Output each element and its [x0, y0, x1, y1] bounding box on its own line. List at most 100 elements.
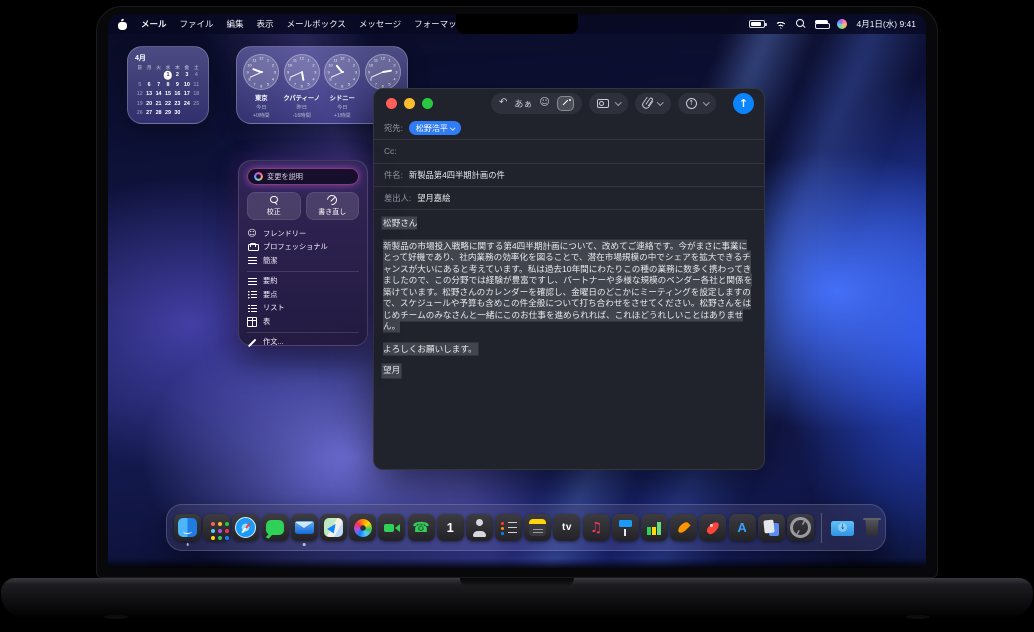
dock-safari-icon[interactable]	[232, 514, 259, 541]
dock-photos-icon[interactable]	[349, 514, 376, 541]
clock-number: 12	[340, 56, 344, 61]
clock-day: 今日	[256, 103, 267, 111]
dock-messages-icon[interactable]	[262, 514, 289, 541]
clock-number: 11	[252, 58, 256, 63]
dock-pages-icon[interactable]	[670, 514, 697, 541]
lid-scoop	[460, 578, 574, 587]
clock-number: 6	[260, 83, 262, 88]
calendar-day-5: 5	[135, 81, 144, 89]
dock-facetime-icon[interactable]	[378, 514, 405, 541]
clock-city: 東京	[255, 93, 268, 102]
emoji-icon[interactable]: ☺	[539, 98, 549, 108]
apple-menu-icon[interactable]	[118, 19, 127, 30]
menu-bar-clock[interactable]: 4月1日(水) 9:41	[856, 18, 916, 30]
macbook-base	[1, 578, 1033, 618]
chevron-down-icon	[657, 99, 663, 105]
dock-trash-icon[interactable]	[859, 514, 886, 541]
clock-number: 6	[301, 83, 303, 88]
rewrite-icon	[327, 195, 337, 205]
calendar-widget[interactable]: 4月 日月火水木金土 12345678910111213141516171819…	[127, 46, 209, 124]
clock-number: 3	[355, 70, 357, 75]
dock-apps-icon[interactable]	[203, 514, 230, 541]
dock-stack-icon[interactable]	[758, 514, 785, 541]
mail-body[interactable]: 松野さん新製品の市場投入戦略に関する第4四半期計画について、改めてご連絡です。今…	[374, 210, 764, 384]
calendar-day-2: 2	[173, 71, 182, 79]
from-field[interactable]: 差出人: 望月嘉絵	[374, 187, 764, 210]
attachment-button[interactable]	[635, 93, 671, 114]
compose-option[interactable]: 作文...	[247, 336, 359, 350]
menu-item-2[interactable]: 編集	[227, 18, 244, 30]
menu-item-5[interactable]: メッセージ	[359, 18, 401, 30]
menu-bar-status: 4月1日(水) 9:41	[749, 18, 916, 30]
menu-item-3[interactable]: 表示	[257, 18, 274, 30]
briefcase-icon	[247, 242, 257, 252]
photo-browser-button[interactable]	[589, 93, 629, 114]
calendar-day-8: 8	[163, 81, 172, 89]
clock-number: 9	[368, 70, 370, 75]
clock-number: 1	[267, 58, 269, 63]
writing-tools-icon[interactable]	[557, 96, 574, 111]
apple-intelligence-icon[interactable]	[837, 19, 847, 29]
dock-phone-icon[interactable]	[408, 514, 435, 541]
format-text-button[interactable]: あぁ	[514, 97, 532, 110]
zoom-button[interactable]	[422, 98, 433, 109]
calendar-day-11: 11	[192, 81, 201, 89]
rewrite-button[interactable]: 書き直し	[306, 192, 360, 220]
clock-number: 5	[267, 81, 269, 86]
dock-maps-icon[interactable]	[320, 514, 347, 541]
dock-mail-app-icon[interactable]	[291, 514, 318, 541]
close-button[interactable]	[386, 98, 397, 109]
style-option-フレンドリー[interactable]: ☺フレンドリー	[247, 227, 359, 241]
describe-change-input[interactable]: 変更を説明	[247, 168, 359, 185]
dock-calendar-app-icon[interactable]	[437, 514, 464, 541]
clock-number: 2	[353, 63, 355, 68]
selected-text-block: 松野さん新製品の市場投入戦略に関する第4四半期計画について、改めてご連絡です。今…	[383, 218, 752, 354]
dock-appstore-icon[interactable]	[729, 514, 756, 541]
control-center-icon[interactable]	[815, 20, 828, 29]
proofread-button[interactable]: 校正	[247, 192, 301, 220]
cc-field[interactable]: Cc:	[374, 140, 764, 163]
dock-music-icon[interactable]	[583, 514, 610, 541]
format-option-要約[interactable]: 要約	[247, 275, 359, 289]
to-field[interactable]: 宛先: 松野浩平	[374, 117, 764, 140]
body-closing: よろしくお願いします。	[383, 344, 477, 354]
window-controls	[386, 98, 433, 109]
menu-item-1[interactable]: ファイル	[180, 18, 214, 30]
wifi-icon[interactable]	[774, 19, 787, 29]
hour-hand	[301, 72, 304, 81]
clock-number: 3	[395, 70, 397, 75]
clock-day: 昨日	[296, 103, 307, 111]
battery-icon[interactable]	[749, 20, 765, 28]
undo-icon[interactable]: ↶	[499, 98, 507, 108]
dock-reminders-icon[interactable]	[495, 514, 522, 541]
dock-settings-icon[interactable]	[787, 514, 814, 541]
dock-rocket-icon[interactable]	[699, 514, 726, 541]
dock-finder-icon[interactable]	[174, 514, 201, 541]
subject-field[interactable]: 件名: 新製品第4四半期計画の件	[374, 164, 764, 187]
menu-item-4[interactable]: メールボックス	[287, 18, 346, 30]
minimize-button[interactable]	[404, 98, 415, 109]
calendar-day-7: 7	[154, 81, 163, 89]
spotlight-search-icon[interactable]	[796, 19, 806, 29]
photo-icon	[597, 99, 609, 108]
dock-notes-icon[interactable]	[524, 514, 551, 541]
format-option-リスト[interactable]: リスト	[247, 302, 359, 316]
calendar-day-empty	[192, 109, 201, 117]
recipient-token[interactable]: 松野浩平	[409, 121, 462, 135]
list-icon	[247, 303, 257, 313]
subject-value: 新製品第4四半期計画の件	[409, 169, 505, 181]
style-option-プロフェッショナル[interactable]: プロフェッショナル	[247, 241, 359, 255]
format-option-リスト-label: リスト	[263, 303, 285, 313]
menu-item-0[interactable]: メール	[141, 18, 167, 30]
dock-contacts-icon[interactable]	[466, 514, 493, 541]
style-option-簡潔[interactable]: 簡潔	[247, 254, 359, 268]
send-button[interactable]: ↑	[733, 93, 754, 114]
dock-downloads-icon[interactable]	[829, 514, 856, 541]
clock-off: +0時間	[253, 111, 270, 119]
dock-numbers-icon[interactable]	[641, 514, 668, 541]
format-option-要点[interactable]: 要点	[247, 288, 359, 302]
format-option-表[interactable]: 表	[247, 315, 359, 329]
insert-menu-button[interactable]: ↑	[678, 93, 717, 114]
dock-tv-icon[interactable]	[553, 514, 580, 541]
dock-keynote-icon[interactable]	[612, 514, 639, 541]
